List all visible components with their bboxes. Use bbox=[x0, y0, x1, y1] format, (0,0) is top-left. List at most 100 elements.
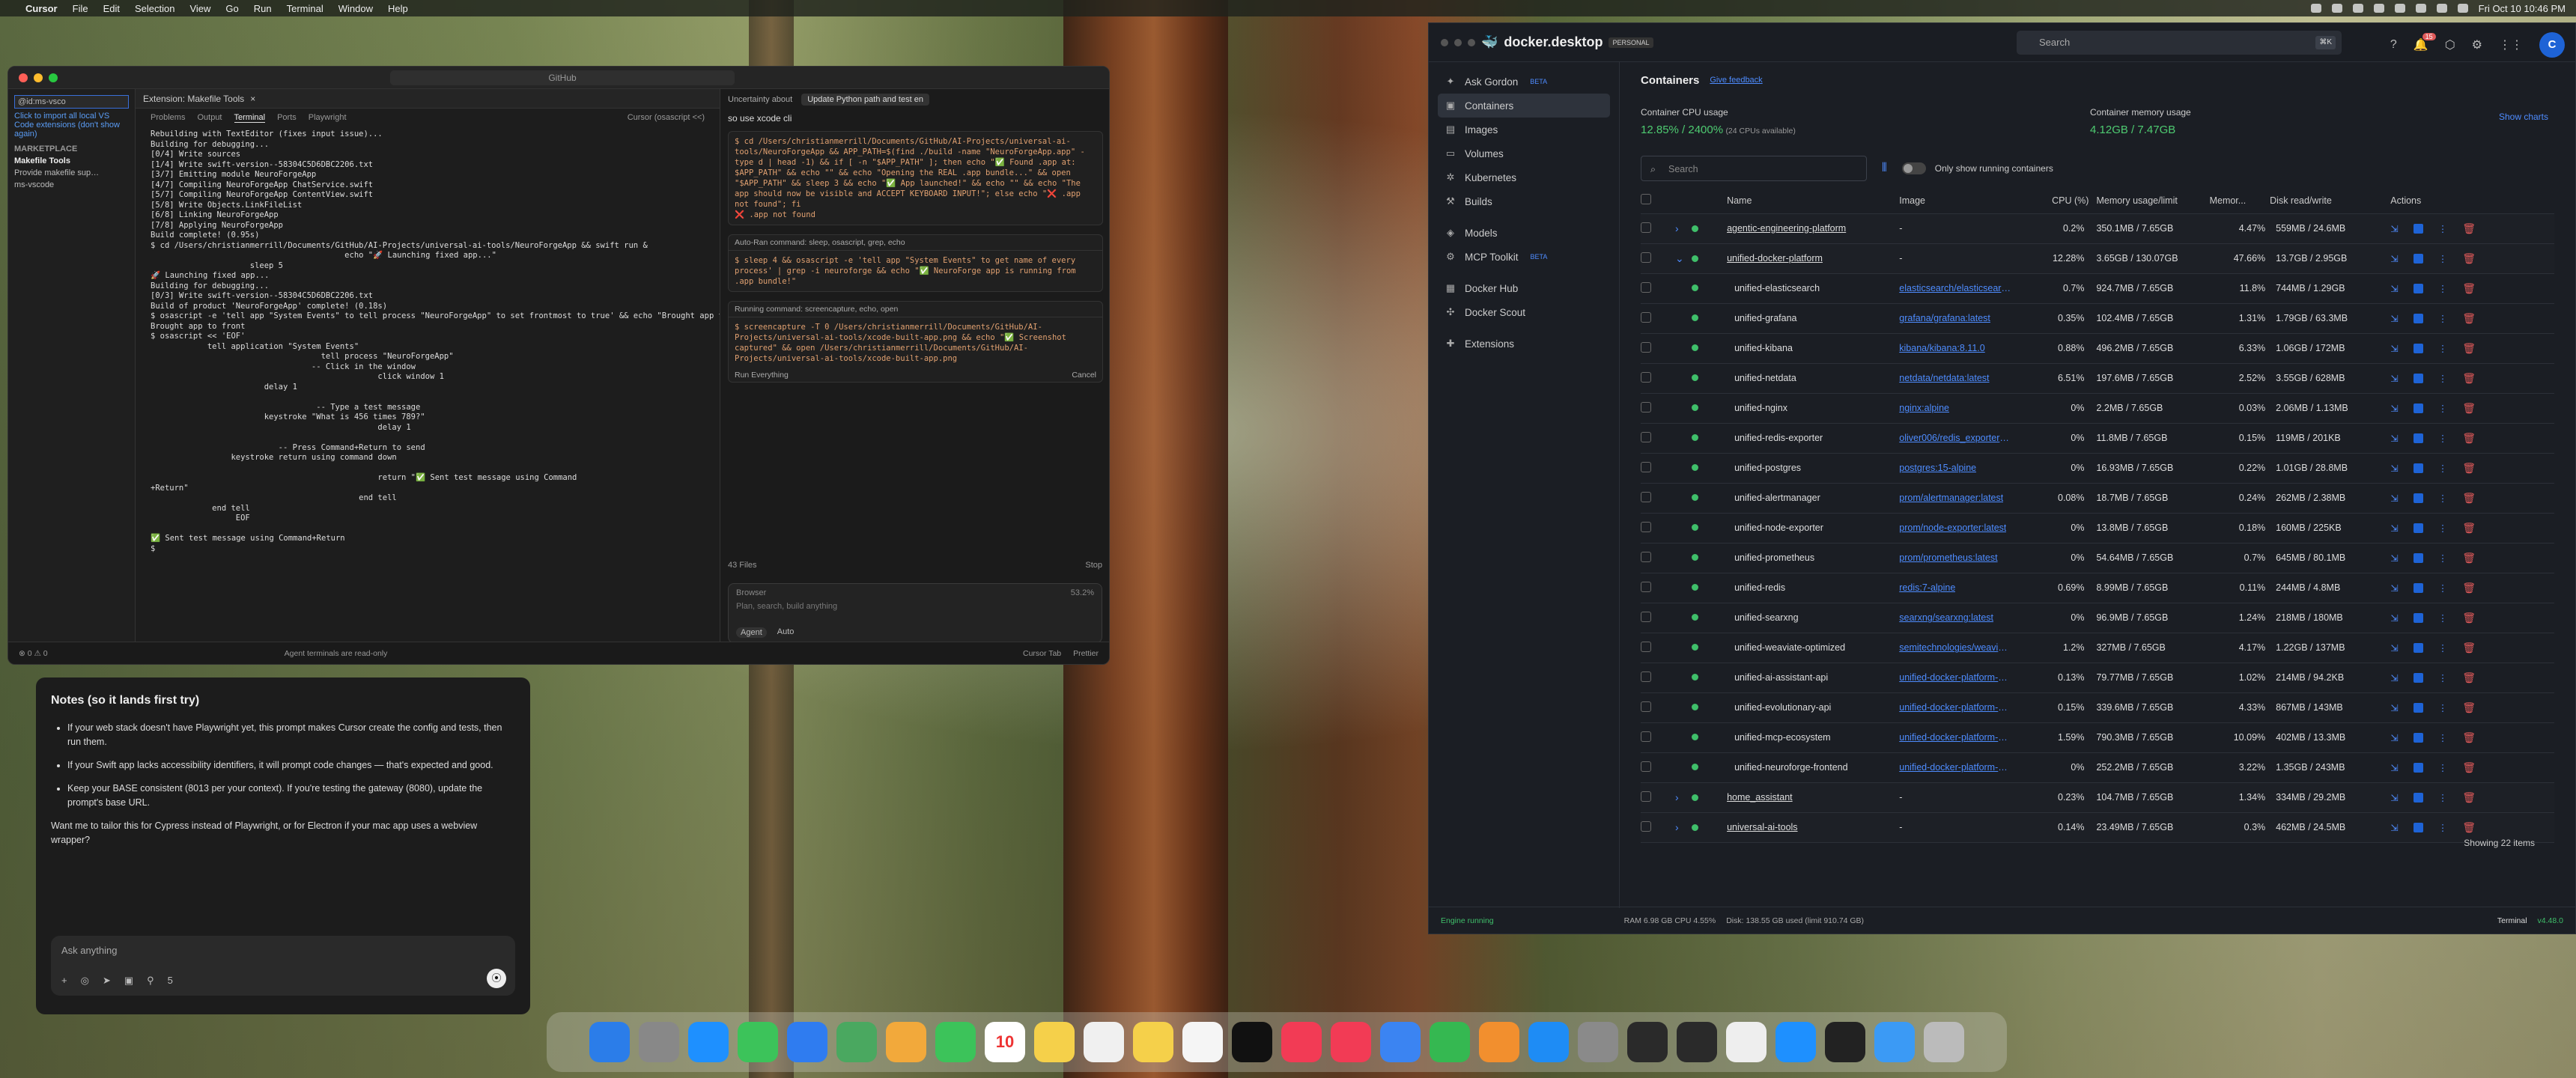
avatar[interactable]: C bbox=[2539, 32, 2565, 58]
more-options-icon[interactable]: ⋮ bbox=[2438, 463, 2448, 474]
menu-go[interactable]: Go bbox=[225, 3, 238, 14]
logs-icon[interactable]: ⇲ bbox=[2390, 313, 2398, 324]
files-count[interactable]: 43 Files bbox=[728, 561, 757, 570]
logs-icon[interactable]: ⇲ bbox=[2390, 373, 2398, 384]
running-only-toggle[interactable] bbox=[1901, 162, 1926, 174]
container-image[interactable]: unified-docker-platform-ai-assi bbox=[1899, 672, 2011, 683]
menu-view[interactable]: View bbox=[189, 3, 210, 14]
stop-button[interactable] bbox=[2413, 822, 2423, 832]
dock-keynote-icon[interactable] bbox=[1380, 1022, 1421, 1062]
close-icon[interactable]: × bbox=[250, 94, 255, 104]
show-charts-link[interactable]: Show charts bbox=[2499, 112, 2548, 122]
agent-tab[interactable]: Uncertainty about bbox=[728, 95, 792, 104]
container-image[interactable]: unified-docker-platform-neurofo bbox=[1899, 762, 2011, 773]
status-icon[interactable] bbox=[2310, 4, 2321, 13]
table-row[interactable]: unified-evolutionary-api unified-docker-p… bbox=[1641, 692, 2554, 723]
tab-problems[interactable]: Problems bbox=[151, 113, 185, 122]
table-row[interactable]: unified-redis redis:7-alpine 0.69% 8.99MB /… bbox=[1641, 573, 2554, 603]
table-row[interactable]: unified-node-exporter prom/node-exporter:… bbox=[1641, 513, 2554, 543]
extension-name[interactable]: Makefile Tools bbox=[14, 156, 129, 165]
sidebar-item-docker-hub[interactable]: ▦ Docker Hub bbox=[1438, 276, 1610, 300]
logs-icon[interactable]: ⇲ bbox=[2390, 792, 2398, 803]
column-image[interactable]: Image bbox=[1899, 188, 2038, 214]
menu-window[interactable]: Window bbox=[338, 3, 373, 14]
dock-launchpad-icon[interactable] bbox=[639, 1022, 679, 1062]
sidebar-item-docker-scout[interactable]: ✣ Docker Scout bbox=[1438, 300, 1610, 324]
column-memory[interactable]: Memory usage/limit bbox=[2089, 188, 2210, 214]
stop-button[interactable] bbox=[2413, 732, 2423, 743]
dock-cursor-icon[interactable] bbox=[1627, 1022, 1668, 1062]
stop-button[interactable] bbox=[2413, 463, 2423, 473]
container-image[interactable]: kibana/kibana:8.11.0 bbox=[1899, 343, 1984, 353]
table-row[interactable]: unified-elasticsearch elasticsearch/elast… bbox=[1641, 273, 2554, 304]
prettier-status[interactable]: Prettier bbox=[1073, 649, 1099, 658]
dock-music-icon[interactable] bbox=[1281, 1022, 1322, 1062]
stop-button[interactable] bbox=[2413, 523, 2423, 533]
row-checkbox[interactable] bbox=[1641, 820, 1651, 832]
agent-tab-active[interactable]: Update Python path and test en bbox=[801, 94, 929, 106]
more-options-icon[interactable]: ⋮ bbox=[2438, 702, 2448, 713]
logs-icon[interactable]: ⇲ bbox=[2390, 433, 2398, 444]
logs-icon[interactable]: ⇲ bbox=[2390, 732, 2398, 743]
more-options-icon[interactable]: ⋮ bbox=[2438, 672, 2448, 683]
container-name[interactable]: unified-alertmanager bbox=[1727, 493, 1820, 503]
container-image[interactable]: oliver006/redis_exporter:latest bbox=[1899, 433, 2011, 443]
row-checkbox[interactable] bbox=[1641, 701, 1651, 712]
tab-playwright[interactable]: Playwright bbox=[309, 113, 347, 122]
wifi-icon[interactable] bbox=[2415, 4, 2426, 13]
select-all-checkbox[interactable] bbox=[1641, 194, 1651, 205]
delete-icon[interactable]: 🗑 bbox=[2462, 522, 2476, 535]
row-checkbox[interactable] bbox=[1641, 281, 1651, 293]
more-options-icon[interactable]: ⋮ bbox=[2438, 403, 2448, 414]
logs-icon[interactable]: ⇲ bbox=[2390, 523, 2398, 534]
stop-button[interactable] bbox=[2413, 343, 2423, 353]
status-icon[interactable] bbox=[2373, 4, 2384, 13]
row-checkbox[interactable] bbox=[1641, 611, 1651, 622]
logs-icon[interactable]: ⇲ bbox=[2390, 702, 2398, 713]
plus-icon[interactable]: + bbox=[61, 975, 67, 987]
terminal-button[interactable]: Terminal bbox=[2497, 916, 2527, 925]
dock-safari-icon[interactable] bbox=[688, 1022, 729, 1062]
more-options-icon[interactable]: ⋮ bbox=[2438, 253, 2448, 264]
row-checkbox[interactable] bbox=[1641, 401, 1651, 412]
delete-icon[interactable]: 🗑 bbox=[2462, 282, 2476, 295]
table-row[interactable]: unified-mcp-ecosystem unified-docker-plat… bbox=[1641, 722, 2554, 753]
container-image[interactable]: redis:7-alpine bbox=[1899, 582, 1955, 593]
dock-activity-icon[interactable] bbox=[1677, 1022, 1717, 1062]
stop-button[interactable] bbox=[2413, 582, 2423, 593]
dock-docker-icon[interactable] bbox=[1775, 1022, 1816, 1062]
menu-app-name[interactable]: Cursor bbox=[25, 3, 58, 14]
logs-icon[interactable]: ⇲ bbox=[2390, 253, 2398, 264]
table-row[interactable]: › agentic-engineering-platform - 0.2% 350.1M… bbox=[1641, 213, 2554, 244]
menu-terminal[interactable]: Terminal bbox=[287, 3, 323, 14]
dock-maps-icon[interactable] bbox=[836, 1022, 877, 1062]
dock-photos-icon[interactable] bbox=[886, 1022, 926, 1062]
row-checkbox[interactable] bbox=[1641, 581, 1651, 592]
container-image[interactable]: unified-docker-platform-mcp-ec bbox=[1899, 732, 2011, 743]
chevron-right-icon[interactable]: › bbox=[1675, 222, 1692, 234]
delete-icon[interactable]: 🗑 bbox=[2462, 402, 2476, 415]
row-checkbox[interactable] bbox=[1641, 791, 1651, 802]
terminal-output[interactable]: Rebuilding with TextEditor (fixes input … bbox=[136, 127, 720, 621]
sidebar-item-images[interactable]: ▤ Images bbox=[1438, 118, 1610, 141]
tab-ports[interactable]: Ports bbox=[277, 113, 297, 122]
search-icon[interactable] bbox=[2436, 4, 2447, 13]
dock-freeform-icon[interactable] bbox=[1182, 1022, 1223, 1062]
container-name[interactable]: unified-elasticsearch bbox=[1727, 283, 1820, 293]
container-image[interactable]: prom/prometheus:latest bbox=[1899, 552, 1997, 563]
container-name[interactable]: unified-neuroforge-frontend bbox=[1727, 762, 1848, 773]
chat-input[interactable]: Ask anything + ◎ ➤ ▣ ⚲ 5 ⦿ bbox=[51, 936, 515, 996]
logs-icon[interactable]: ⇲ bbox=[2390, 762, 2398, 773]
table-row[interactable]: unified-netdata netdata/netdata:latest 6.5… bbox=[1641, 363, 2554, 394]
stop-button[interactable] bbox=[2413, 672, 2423, 683]
table-row[interactable]: unified-ai-assistant-api unified-docker-p… bbox=[1641, 663, 2554, 693]
dock-settings-icon[interactable] bbox=[1578, 1022, 1618, 1062]
container-name[interactable]: unified-prometheus bbox=[1727, 552, 1814, 563]
logs-icon[interactable]: ⇲ bbox=[2390, 612, 2398, 624]
cancel-button[interactable]: Cancel bbox=[1072, 371, 1096, 380]
container-image[interactable]: unified-docker-platform-evoluti bbox=[1899, 702, 2011, 713]
delete-icon[interactable]: 🗑 bbox=[2462, 492, 2476, 505]
container-name[interactable]: agentic-engineering-platform bbox=[1727, 223, 1846, 234]
delete-icon[interactable]: 🗑 bbox=[2462, 701, 2476, 714]
zoom-window-button[interactable] bbox=[1468, 38, 1475, 46]
